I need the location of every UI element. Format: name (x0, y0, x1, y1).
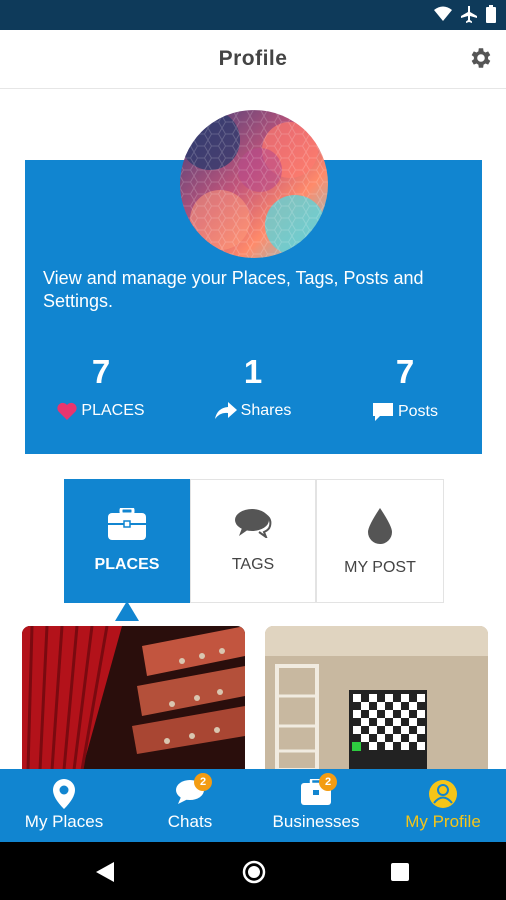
stat-posts-count: 7 (395, 353, 415, 390)
stat-shares-count: 1 (243, 353, 263, 390)
active-tab-pointer (115, 601, 139, 621)
profile-avatar[interactable] (180, 110, 328, 258)
stat-shares[interactable]: 1 Shares (177, 350, 329, 420)
nav-chats[interactable]: 2 Chats (128, 769, 252, 842)
system-nav-bar (0, 842, 506, 900)
stat-posts-label: Posts (397, 403, 438, 420)
profile-tabs: PLACES TAGS MY POST (64, 479, 444, 603)
wifi-icon (434, 6, 452, 21)
briefcase-icon (108, 508, 146, 540)
speech-bubbles-icon (235, 509, 272, 538)
bottom-nav: My Places 2 Chats 2 Businesses My Profil… (0, 769, 506, 842)
user-icon (429, 780, 457, 808)
heart-icon (57, 402, 78, 420)
nav-businesses[interactable]: 2 Businesses (252, 769, 380, 842)
businesses-badge: 2 (319, 773, 337, 791)
place-photo-2[interactable] (265, 626, 488, 770)
nav-my-places-label: My Places (24, 812, 104, 831)
tab-my-post-label: MY POST (344, 559, 416, 576)
home-icon[interactable] (242, 860, 266, 884)
stat-posts[interactable]: 7 Posts (329, 350, 481, 422)
nav-chats-label: Chats (167, 812, 213, 831)
nav-my-profile[interactable]: My Profile (380, 769, 506, 842)
comment-icon (372, 403, 393, 421)
recents-icon[interactable] (391, 863, 409, 881)
nav-my-profile-label: My Profile (405, 812, 481, 831)
tab-my-post[interactable]: MY POST (316, 479, 444, 603)
profile-description: View and manage your Places, Tags, Posts… (43, 268, 424, 311)
nav-businesses-label: Businesses (272, 812, 360, 831)
tab-tags-label: TAGS (231, 556, 275, 573)
status-bar (0, 0, 506, 30)
app-bar: Profile (0, 30, 506, 89)
share-icon (214, 402, 237, 419)
battery-icon (486, 5, 496, 23)
stat-places-count: 7 (91, 353, 111, 390)
tab-places-label: PLACES (94, 556, 160, 573)
stat-shares-label: Shares (240, 402, 292, 419)
page-title: Profile (218, 47, 288, 70)
chats-badge: 2 (194, 773, 212, 791)
location-pin-icon (53, 779, 75, 809)
back-icon[interactable] (96, 862, 114, 882)
place-photo-1[interactable] (22, 626, 245, 770)
tab-tags[interactable]: TAGS (190, 479, 316, 603)
tab-places[interactable]: PLACES (64, 479, 190, 603)
drop-icon (368, 508, 392, 544)
gear-icon (471, 48, 491, 68)
stat-places[interactable]: 7 PLACES (25, 350, 177, 420)
status-icons (434, 5, 496, 23)
airplane-icon (461, 6, 477, 23)
settings-button[interactable] (460, 38, 500, 78)
nav-my-places[interactable]: My Places (0, 769, 128, 842)
stat-places-label: PLACES (81, 402, 145, 419)
